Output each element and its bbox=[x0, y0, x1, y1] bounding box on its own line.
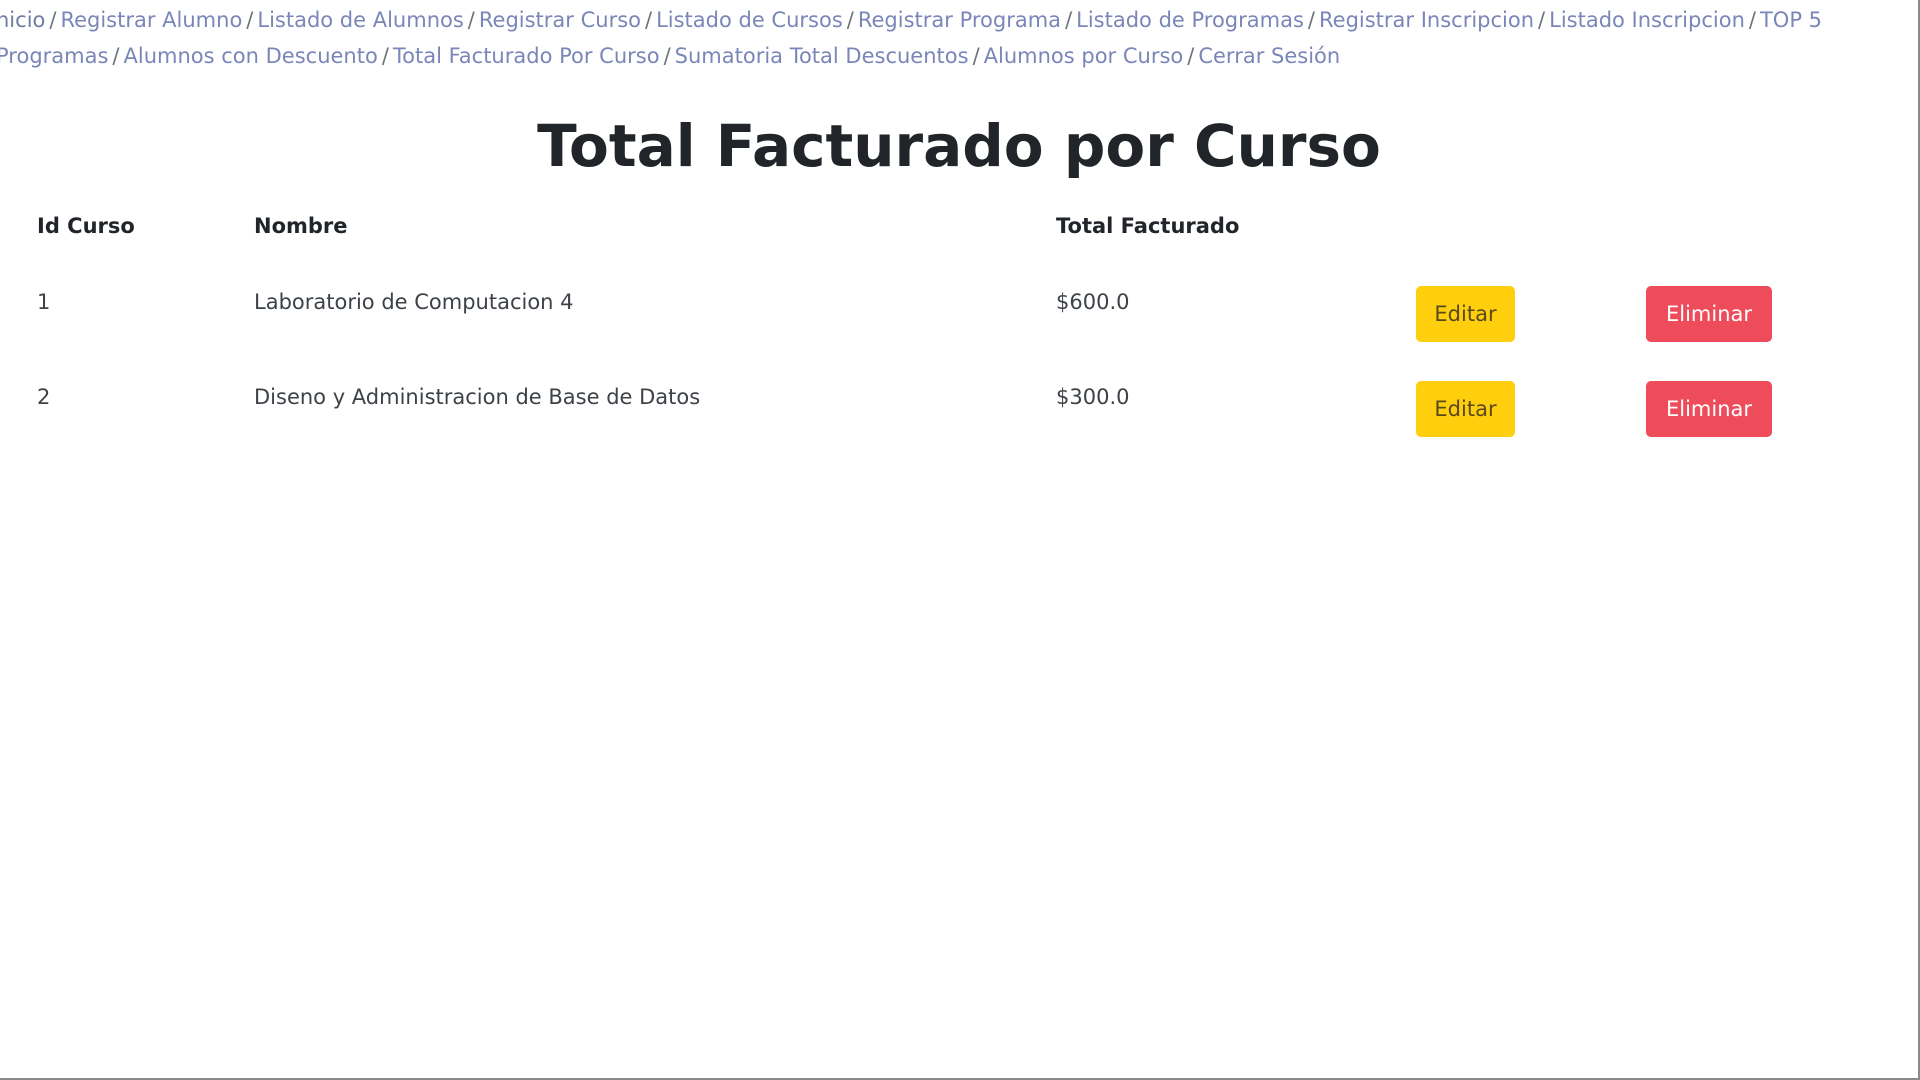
edit-button[interactable]: Editar bbox=[1416, 286, 1515, 342]
page-frame: nicio / Registrar Alumno / Listado de Alumno… bbox=[0, 0, 1920, 1080]
cell-course-name: Laboratorio de Computacion 4 bbox=[254, 290, 574, 314]
delete-button[interactable]: Eliminar bbox=[1646, 286, 1772, 342]
nav-link-cerrar-sesion[interactable]: Cerrar Sesión bbox=[1198, 44, 1340, 68]
cell-course-id: 2 bbox=[37, 385, 51, 409]
nav-link-listado-programas[interactable]: Listado de Programas bbox=[1076, 8, 1304, 32]
cell-total-billed: $600.0 bbox=[1056, 290, 1130, 314]
nav-separator: / bbox=[846, 8, 854, 32]
column-header-id: Id Curso bbox=[37, 214, 135, 238]
nav-link-listado-cursos[interactable]: Listado de Cursos bbox=[656, 8, 843, 32]
nav-link-inicio[interactable]: nicio bbox=[0, 8, 45, 32]
nav-separator: / bbox=[381, 44, 389, 68]
nav-link-listado-alumnos[interactable]: Listado de Alumnos bbox=[257, 8, 463, 32]
nav-separator: / bbox=[972, 44, 980, 68]
nav-link-total-facturado[interactable]: Total Facturado Por Curso bbox=[393, 44, 660, 68]
nav-link-registrar-curso[interactable]: Registrar Curso bbox=[479, 8, 641, 32]
nav-separator: / bbox=[246, 8, 254, 32]
nav-separator: / bbox=[663, 44, 671, 68]
nav-link-registrar-inscripcion[interactable]: Registrar Inscripcion bbox=[1319, 8, 1534, 32]
nav-separator: / bbox=[645, 8, 653, 32]
nav-link-listado-inscripcion[interactable]: Listado Inscripcion bbox=[1549, 8, 1745, 32]
nav-separator: / bbox=[467, 8, 475, 32]
nav-separator: / bbox=[49, 8, 57, 32]
delete-button[interactable]: Eliminar bbox=[1646, 381, 1772, 437]
nav-link-alumnos-descuento[interactable]: Alumnos con Descuento bbox=[124, 44, 378, 68]
nav-separator: / bbox=[1307, 8, 1315, 32]
column-header-name: Nombre bbox=[254, 214, 348, 238]
nav-link-registrar-programa[interactable]: Registrar Programa bbox=[858, 8, 1061, 32]
cell-course-id: 1 bbox=[37, 290, 51, 314]
edit-button[interactable]: Editar bbox=[1416, 381, 1515, 437]
nav-separator: / bbox=[1187, 44, 1195, 68]
cell-course-name: Diseno y Administracion de Base de Datos bbox=[254, 385, 701, 409]
nav-link-registrar-alumno[interactable]: Registrar Alumno bbox=[60, 8, 242, 32]
page-title: Total Facturado por Curso bbox=[537, 112, 1381, 180]
cell-total-billed: $300.0 bbox=[1056, 385, 1130, 409]
breadcrumb-nav: nicio / Registrar Alumno / Listado de Alumno… bbox=[0, 2, 1901, 74]
nav-separator: / bbox=[112, 44, 120, 68]
column-header-total: Total Facturado bbox=[1056, 214, 1240, 238]
nav-link-alumnos-por-curso[interactable]: Alumnos por Curso bbox=[984, 44, 1184, 68]
nav-separator: / bbox=[1065, 8, 1073, 32]
nav-separator: / bbox=[1538, 8, 1546, 32]
nav-link-sumatoria-descuentos[interactable]: Sumatoria Total Descuentos bbox=[675, 44, 969, 68]
nav-separator: / bbox=[1748, 8, 1756, 32]
